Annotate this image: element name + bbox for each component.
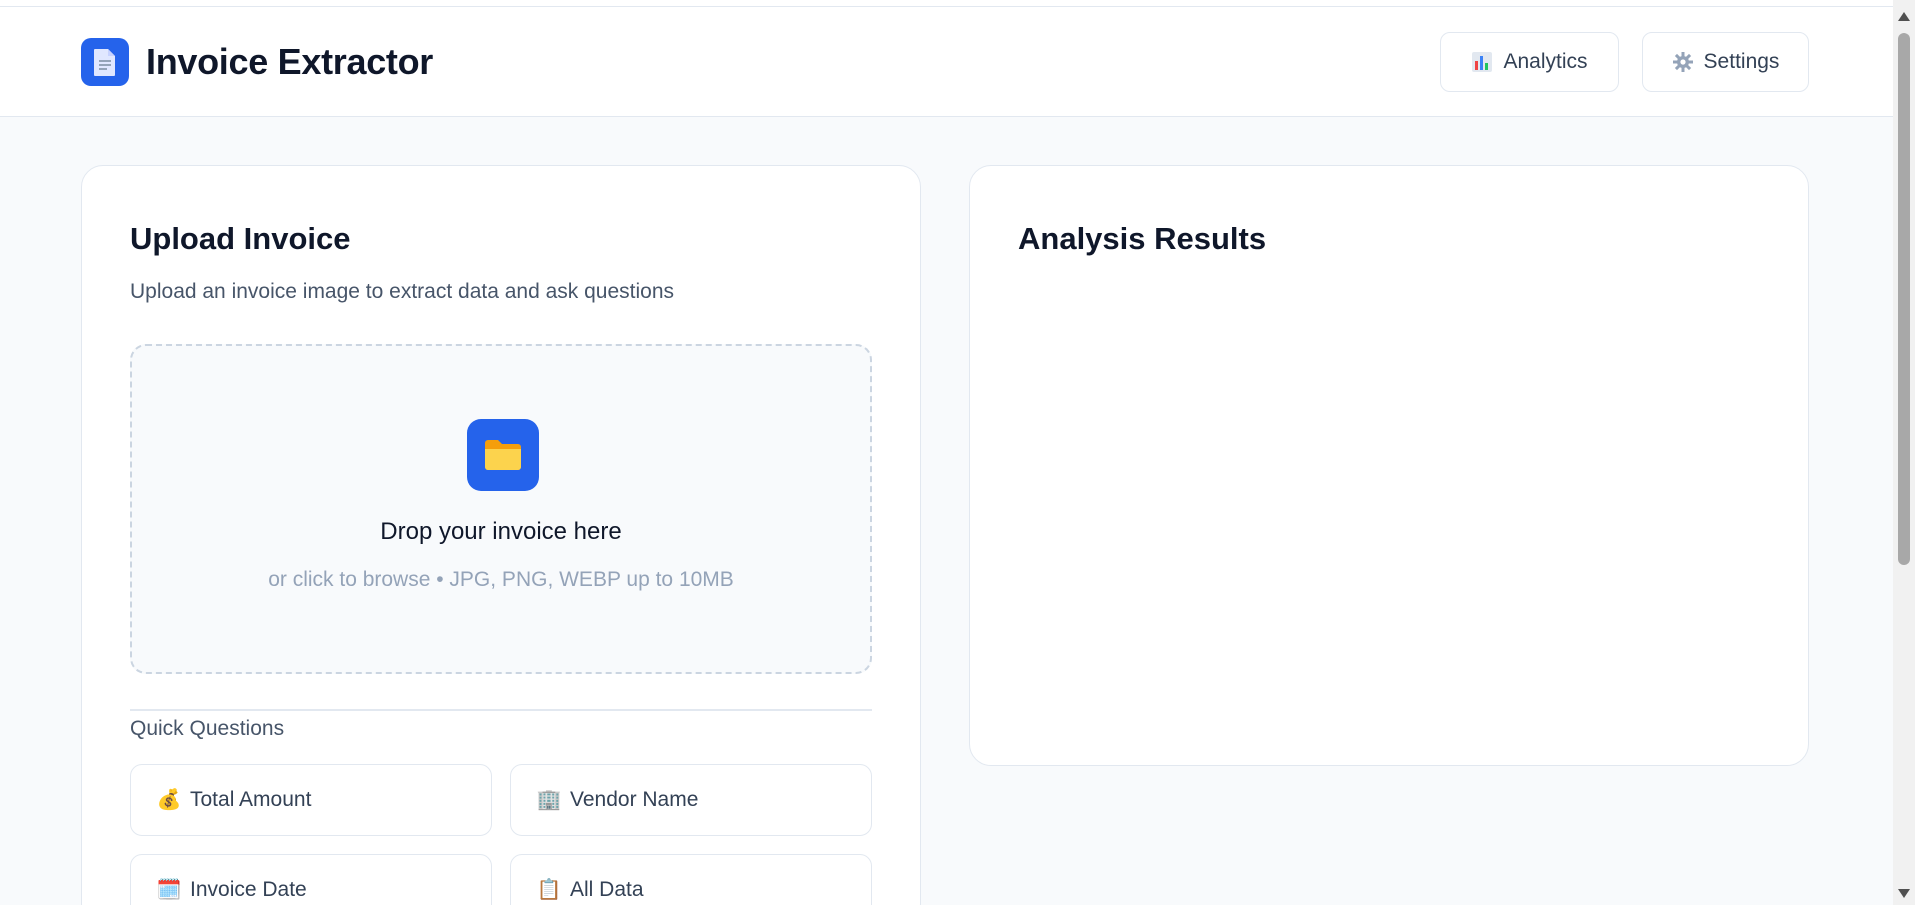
app-viewport: Invoice Extractor Analytics Settings Upl… xyxy=(0,0,1893,905)
scroll-down-arrow-icon[interactable] xyxy=(1898,889,1910,898)
calendar-icon: 🗓️ xyxy=(156,879,182,901)
quick-question-total-amount[interactable]: 💰 Total Amount xyxy=(130,764,492,836)
upload-title: Upload Invoice xyxy=(130,221,351,256)
analytics-button-label: Analytics xyxy=(1503,50,1588,73)
invoice-dropzone[interactable]: Drop your invoice here or click to brows… xyxy=(130,344,872,674)
quick-question-all-data[interactable]: 📋 All Data xyxy=(510,854,872,905)
quick-question-label: Total Amount xyxy=(190,788,312,811)
quick-question-label: All Data xyxy=(570,878,644,901)
vertical-scrollbar[interactable] xyxy=(1893,0,1915,905)
quick-question-invoice-date[interactable]: 🗓️ Invoice Date xyxy=(130,854,492,905)
settings-button[interactable]: Settings xyxy=(1642,32,1809,92)
building-icon: 🏢 xyxy=(536,789,562,811)
dropzone-title: Drop your invoice here xyxy=(380,518,622,545)
dropzone-subtitle: or click to browse • JPG, PNG, WEBP up t… xyxy=(268,568,734,591)
quick-question-label: Vendor Name xyxy=(570,788,699,811)
settings-button-label: Settings xyxy=(1703,50,1780,73)
quick-question-vendor-name[interactable]: 🏢 Vendor Name xyxy=(510,764,872,836)
upload-card: Upload Invoice Upload an invoice image t… xyxy=(81,165,921,905)
top-strip xyxy=(0,0,1893,7)
bar-chart-icon xyxy=(1471,51,1493,73)
analytics-button[interactable]: Analytics xyxy=(1440,32,1619,92)
money-bag-icon: 💰 xyxy=(156,789,182,811)
scroll-up-arrow-icon[interactable] xyxy=(1898,12,1910,21)
document-icon xyxy=(81,38,129,86)
gear-icon xyxy=(1672,51,1694,73)
quick-question-label: Invoice Date xyxy=(190,878,307,901)
app-title: Invoice Extractor xyxy=(146,41,434,82)
scrollbar-thumb[interactable] xyxy=(1898,33,1910,565)
clipboard-icon: 📋 xyxy=(536,879,562,901)
results-title: Analysis Results xyxy=(1018,221,1267,256)
quick-questions-label: Quick Questions xyxy=(130,717,285,740)
folder-icon xyxy=(467,419,539,491)
results-card: Analysis Results xyxy=(969,165,1809,766)
upload-subtitle: Upload an invoice image to extract data … xyxy=(130,280,675,303)
app-header: Invoice Extractor Analytics Settings xyxy=(0,7,1893,117)
divider xyxy=(130,709,872,711)
